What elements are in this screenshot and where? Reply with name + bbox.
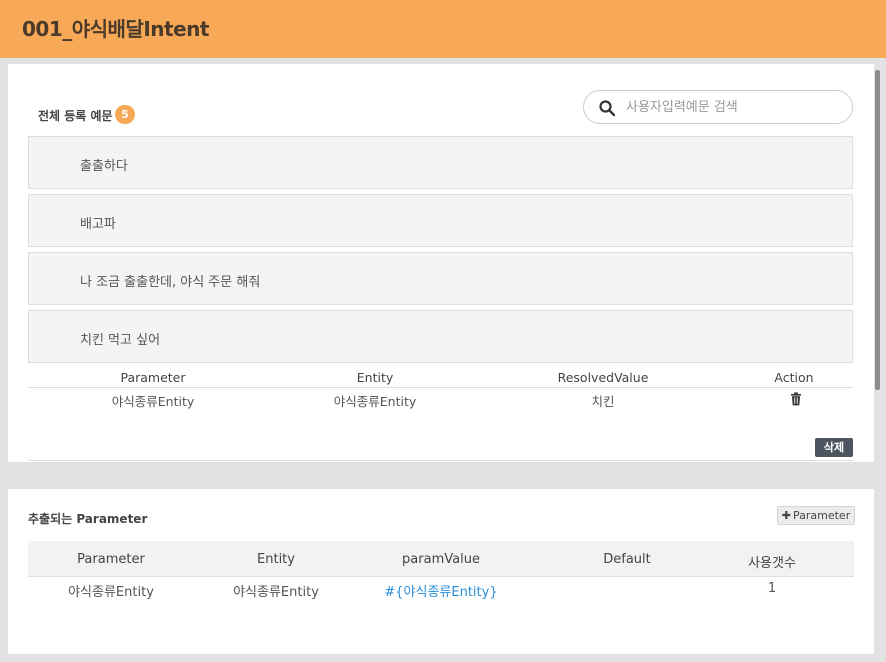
extracted-parameters-panel: 추출되는 Parameter ✚ Parameter Parameter Enti… — [8, 489, 874, 654]
trash-icon[interactable] — [790, 392, 802, 406]
example-search[interactable] — [583, 90, 853, 124]
section-title: 추출되는 Parameter — [28, 512, 148, 526]
cell-entity: 야식종류Entity — [333, 394, 417, 409]
example-text: 나 조금 출출한데, 야식 주문 해줘 — [80, 275, 261, 290]
column-header-entity: Entity — [257, 552, 295, 567]
examples-panel: 전체 등록 예문 5 출출하다 배고파 나 조금 출출한데, 야식 주문 해줘 … — [8, 64, 874, 462]
column-header-default: Default — [603, 552, 651, 567]
example-item[interactable]: 출출하다 — [28, 136, 853, 189]
search-icon — [599, 100, 616, 117]
parameter-table-header: Parameter Entity ResolvedValue Action — [28, 367, 853, 388]
example-text: 배고파 — [80, 217, 116, 232]
examples-count-label: 전체 등록 예문 — [38, 109, 113, 123]
page-title: 001_야식배달Intent — [22, 17, 209, 41]
column-header-parameter: Parameter — [120, 370, 186, 385]
table-row: 야식종류Entity 야식종류Entity 치킨 — [28, 388, 853, 410]
header-bar: 001_야식배달Intent — [0, 0, 886, 58]
divider — [28, 460, 853, 461]
cell-entity: 야식종류Entity — [233, 585, 319, 600]
column-header-resolved-value: ResolvedValue — [557, 370, 649, 385]
column-header-usage-count: 사용갯수 — [748, 556, 796, 571]
example-item[interactable]: 치킨 먹고 싶어 — [28, 310, 853, 363]
table-row: 야식종류Entity 야식종류Entity #{야식종류Entity} 1 — [28, 577, 854, 603]
param-value-link[interactable]: #{야식종류Entity} — [376, 581, 506, 600]
delete-button[interactable]: 삭제 — [815, 438, 853, 457]
cell-resolved-value: 치킨 — [591, 394, 615, 409]
add-parameter-button[interactable]: ✚ Parameter — [777, 506, 855, 525]
search-input[interactable] — [626, 97, 836, 117]
example-item[interactable]: 나 조금 출출한데, 야식 주문 해줘 — [28, 252, 853, 305]
add-parameter-label: Parameter — [792, 509, 851, 522]
cell-parameter: 야식종류Entity — [111, 394, 195, 409]
cell-parameter: 야식종류Entity — [68, 585, 154, 600]
example-item[interactable]: 배고파 — [28, 194, 853, 247]
extracted-table-header: Parameter Entity paramValue Default 사용갯수 — [28, 541, 854, 577]
column-header-param-value: paramValue — [402, 552, 480, 567]
column-header-action: Action — [774, 370, 814, 385]
example-text: 출출하다 — [80, 159, 128, 174]
column-header-parameter: Parameter — [77, 552, 145, 567]
column-header-entity: Entity — [356, 370, 394, 385]
scrollbar-thumb[interactable] — [875, 70, 880, 390]
examples-count-badge: 5 — [115, 105, 135, 124]
plus-icon: ✚ — [781, 509, 791, 522]
example-text: 치킨 먹고 싶어 — [80, 333, 161, 348]
cell-usage-count: 1 — [767, 581, 777, 596]
